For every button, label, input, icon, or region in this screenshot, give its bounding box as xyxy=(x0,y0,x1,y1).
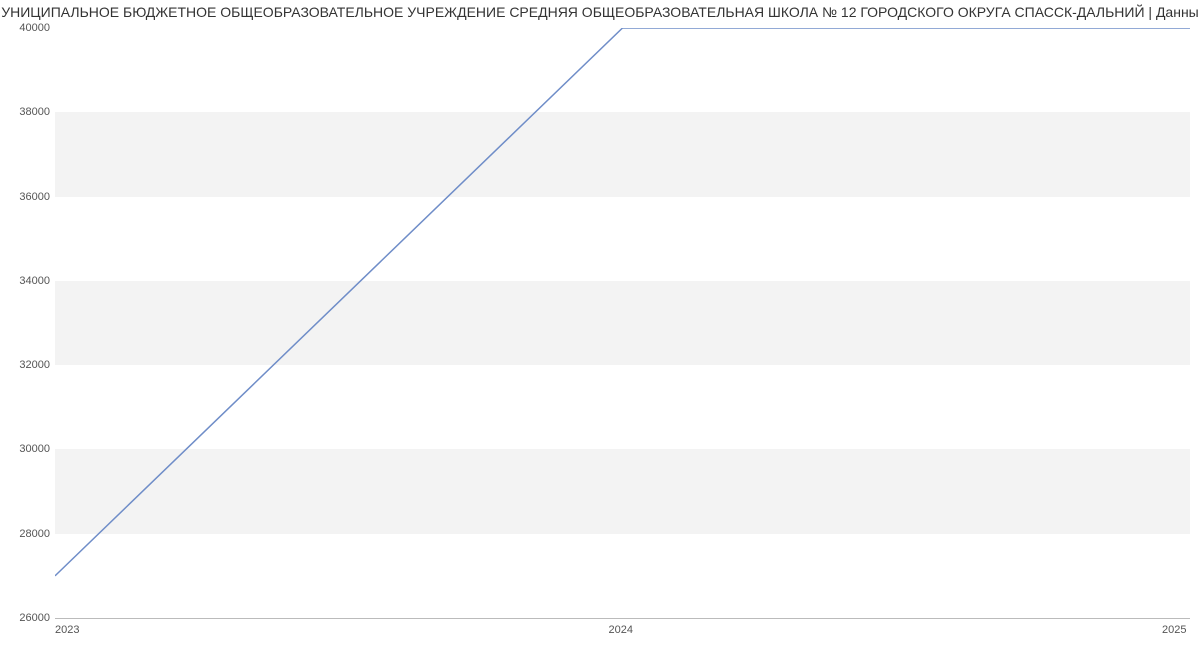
chart-title: УНИЦИПАЛЬНОЕ БЮДЖЕТНОЕ ОБЩЕОБРАЗОВАТЕЛЬН… xyxy=(0,4,1200,20)
y-tick-label: 40000 xyxy=(5,22,50,34)
y-tick-label: 34000 xyxy=(5,275,50,287)
y-tick-label: 28000 xyxy=(5,528,50,540)
y-tick-label: 30000 xyxy=(5,443,50,455)
x-tick-label: 2024 xyxy=(609,624,633,636)
y-tick-label: 38000 xyxy=(5,106,50,118)
x-tick-label: 2025 xyxy=(1162,624,1186,636)
x-tick-label: 2023 xyxy=(55,624,79,636)
data-line xyxy=(55,28,1190,618)
plot-area xyxy=(55,28,1190,619)
y-tick-label: 32000 xyxy=(5,359,50,371)
line-chart: УНИЦИПАЛЬНОЕ БЮДЖЕТНОЕ ОБЩЕОБРАЗОВАТЕЛЬН… xyxy=(0,0,1200,650)
y-tick-label: 36000 xyxy=(5,191,50,203)
y-tick-label: 26000 xyxy=(5,612,50,624)
